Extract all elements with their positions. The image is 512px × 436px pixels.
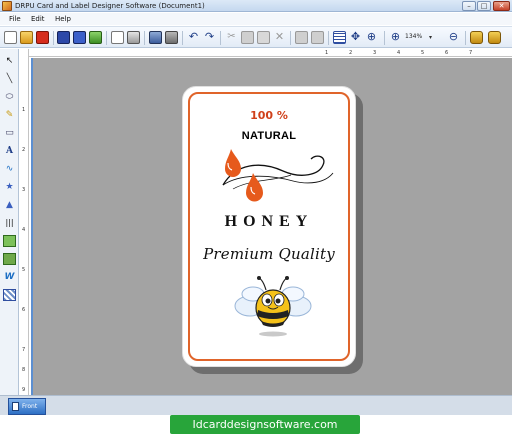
rectangle-tool-icon[interactable]: ▭	[3, 127, 16, 139]
tab-front-label: Front	[22, 403, 38, 410]
redo-icon[interactable]: ↷	[203, 31, 216, 44]
save-icon[interactable]	[57, 31, 70, 44]
pencil-tool-icon[interactable]: ✎	[3, 109, 16, 121]
bring-front-icon[interactable]	[295, 31, 308, 44]
undo-icon[interactable]: ↶	[187, 31, 200, 44]
ruler-v-label: 7	[22, 347, 26, 353]
barcode-tool-icon[interactable]: |||	[3, 217, 16, 229]
zoom-in-icon[interactable]: ⊕	[389, 31, 402, 44]
menu-help[interactable]: Help	[55, 14, 71, 24]
send-back-icon[interactable]	[311, 31, 324, 44]
ruler-v-label: 3	[22, 187, 26, 193]
ruler-v-label: 6	[22, 307, 26, 313]
copy-icon[interactable]	[241, 31, 254, 44]
ellipse-tool-icon[interactable]: ⬭	[3, 91, 16, 103]
website-watermark: Idcarddesignsoftware.com	[170, 415, 360, 434]
unlock-icon[interactable]	[488, 31, 501, 44]
tab-front[interactable]: Front	[8, 398, 46, 415]
menu-bar: File Edit Help	[0, 13, 512, 25]
line-tool-icon[interactable]: ╲	[3, 73, 16, 85]
honey-drops-ornament[interactable]	[201, 145, 341, 203]
bee-mascot-image[interactable]	[233, 272, 313, 338]
batch-icon[interactable]	[165, 31, 178, 44]
ruler-v-label: 9	[22, 387, 26, 393]
app-window: DRPU Card and Label Designer Software (D…	[0, 0, 512, 436]
menu-edit[interactable]: Edit	[31, 14, 45, 24]
cut-icon[interactable]: ✂	[225, 31, 238, 44]
label-tagline-text[interactable]: Premium Quality	[183, 245, 355, 263]
export-icon[interactable]	[89, 31, 102, 44]
picture-library-icon[interactable]	[3, 253, 16, 265]
pattern-tool-icon[interactable]	[3, 289, 16, 301]
label-natural-text[interactable]: NATURAL	[183, 130, 355, 142]
ruler-v-label: 4	[22, 227, 26, 233]
grid-icon[interactable]	[333, 31, 346, 44]
ruler-h-label: 4	[397, 50, 401, 56]
label-honey-text[interactable]: HONEY	[183, 213, 355, 231]
ruler-h-label: 7	[469, 50, 473, 56]
new-document-icon[interactable]	[4, 31, 17, 44]
wordart-tool-icon[interactable]: W	[3, 271, 16, 283]
properties-icon[interactable]	[111, 31, 124, 44]
text-tool-icon[interactable]: A	[3, 145, 16, 157]
window-title: DRPU Card and Label Designer Software (D…	[15, 2, 205, 10]
select-pointer-icon[interactable]: ↖	[3, 55, 16, 67]
close-document-icon[interactable]	[36, 31, 49, 44]
image-tool-icon[interactable]	[3, 235, 16, 247]
delete-icon[interactable]: ✕	[273, 31, 286, 44]
page-tab-bar: Front	[0, 395, 512, 415]
center-icon[interactable]: ⊕	[365, 31, 378, 44]
vertical-ruler: 1 2 3 4 5 6 7 8 9	[20, 49, 29, 401]
ruler-v-label: 8	[22, 367, 26, 373]
minimize-button[interactable]: –	[462, 1, 476, 11]
label-percent-text[interactable]: 100 %	[183, 109, 355, 122]
main-toolbar: ↶ ↷ ✂ ✕ ✥ ⊕ ⊕ 134% ▾ ⊖	[0, 26, 512, 48]
triangle-tool-icon[interactable]: ▲	[3, 199, 16, 211]
page-icon	[12, 402, 19, 411]
close-button[interactable]: ✕	[493, 1, 510, 11]
lock-icon[interactable]	[470, 31, 483, 44]
zoom-out-icon[interactable]: ⊖	[447, 31, 460, 44]
print-icon[interactable]	[127, 31, 140, 44]
horizontal-ruler: 1 2 3 4 5 6 7	[29, 49, 512, 57]
drawing-toolbox: ↖ ╲ ⬭ ✎ ▭ A ∿ ★ ▲ ||| W	[0, 49, 19, 401]
database-icon[interactable]	[149, 31, 162, 44]
ruler-v-label: 1	[22, 107, 26, 113]
ruler-h-label: 3	[373, 50, 377, 56]
move-icon[interactable]: ✥	[349, 31, 362, 44]
ruler-h-label: 6	[445, 50, 449, 56]
star-tool-icon[interactable]: ★	[3, 181, 16, 193]
curve-tool-icon[interactable]: ∿	[3, 163, 16, 175]
maximize-button[interactable]: □	[477, 1, 491, 11]
ruler-h-label: 5	[421, 50, 425, 56]
menu-file[interactable]: File	[9, 14, 21, 24]
open-folder-icon[interactable]	[20, 31, 33, 44]
ruler-v-label: 5	[22, 267, 26, 273]
design-canvas[interactable]: 100 % NATURAL HONEY Premium Quality	[31, 58, 512, 395]
paste-icon[interactable]	[257, 31, 270, 44]
zoom-dropdown[interactable]: ▾	[429, 34, 432, 41]
label-card[interactable]: 100 % NATURAL HONEY Premium Quality	[182, 86, 356, 367]
app-logo-icon	[2, 1, 12, 11]
zoom-level[interactable]: 134%	[405, 33, 422, 40]
title-bar: DRPU Card and Label Designer Software (D…	[0, 0, 512, 12]
save-as-icon[interactable]	[73, 31, 86, 44]
ruler-v-label: 2	[22, 147, 26, 153]
ruler-h-label: 1	[325, 50, 329, 56]
ruler-h-label: 2	[349, 50, 353, 56]
